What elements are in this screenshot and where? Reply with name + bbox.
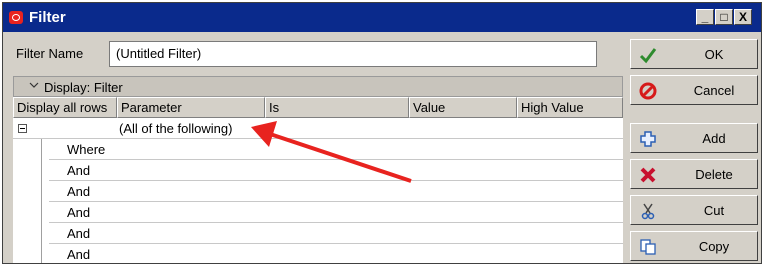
collapse-icon[interactable]	[18, 124, 27, 133]
add-button[interactable]: Add	[630, 123, 758, 153]
filter-name-label: Filter Name	[16, 46, 84, 61]
minimize-button[interactable]: _	[696, 9, 714, 25]
app-logo-icon	[9, 11, 23, 24]
ok-button[interactable]: OK	[630, 39, 758, 69]
check-icon	[639, 46, 657, 64]
ok-label: OK	[704, 47, 724, 62]
condition-row[interactable]: And	[13, 223, 623, 244]
add-icon	[639, 130, 657, 148]
annotation-arrow	[251, 121, 412, 183]
close-button[interactable]: X	[734, 9, 752, 25]
copy-label: Copy	[698, 239, 730, 254]
title-bar: Filter _ □ X	[3, 3, 761, 32]
condition-label: Where	[67, 142, 106, 157]
filter-name-input[interactable]: (Untitled Filter)	[109, 41, 597, 67]
delete-button[interactable]: Delete	[630, 159, 758, 189]
delete-icon	[639, 166, 657, 184]
condition-label: And	[67, 226, 91, 241]
cancel-label: Cancel	[693, 83, 735, 98]
window-title: Filter	[29, 9, 66, 26]
column-header-display-all-rows[interactable]: Display all rows	[13, 97, 117, 118]
filter-window: Filter _ □ X Filter Name (Untitled Filte…	[2, 2, 762, 264]
column-header-high-value[interactable]: High Value	[517, 97, 623, 118]
add-label: Add	[702, 131, 726, 146]
cut-button[interactable]: Cut	[630, 195, 758, 225]
cancel-button[interactable]: Cancel	[630, 75, 758, 105]
condition-label: And	[67, 184, 91, 199]
condition-label: And	[67, 205, 91, 220]
condition-row[interactable]: And	[13, 244, 623, 263]
cancel-icon	[639, 82, 657, 100]
condition-row[interactable]: And	[13, 202, 623, 223]
cut-label: Cut	[703, 203, 725, 218]
copy-button[interactable]: Copy	[630, 231, 758, 261]
cut-icon	[639, 202, 657, 220]
display-section-header[interactable]: Display: Filter	[13, 76, 623, 97]
delete-label: Delete	[695, 167, 733, 182]
maximize-button[interactable]: □	[715, 9, 733, 25]
chevron-down-icon	[28, 79, 40, 94]
copy-icon	[639, 238, 657, 256]
group-label: (All of the following)	[119, 121, 233, 136]
display-section-label: Display: Filter	[44, 80, 123, 95]
condition-label: And	[67, 247, 91, 262]
column-header-value[interactable]: Value	[409, 97, 517, 118]
condition-label: And	[67, 163, 91, 178]
